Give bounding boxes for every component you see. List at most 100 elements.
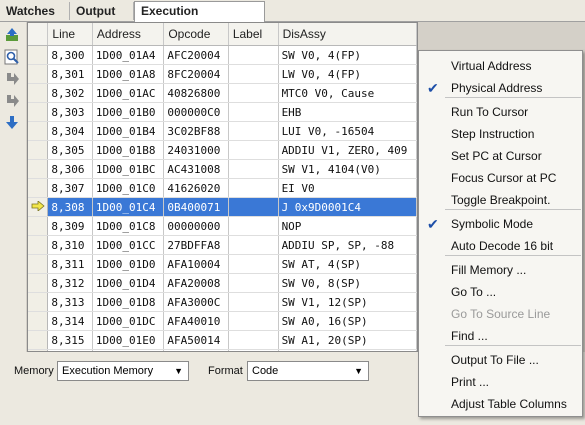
column-header-opcode[interactable]: Opcode — [163, 23, 229, 46]
cell-line: 8,310 — [47, 235, 93, 255]
tab-execution-memory[interactable]: Execution Memory⊠ — [134, 1, 265, 36]
cell-disassy: SW V1, 12(SP) — [278, 292, 417, 312]
row-marker[interactable] — [28, 330, 49, 350]
row-marker[interactable] — [28, 311, 49, 331]
cell-disassy: SW V0, 8(SP) — [278, 273, 417, 293]
row-marker[interactable] — [28, 83, 49, 103]
menu-item-physical-address[interactable]: ✔ Physical Address — [419, 77, 582, 99]
table-row[interactable]: 8,307 1D00_01C0 41626020 EI V0 — [28, 178, 417, 198]
menu-item-adjust-table-columns[interactable]: Adjust Table Columns — [419, 393, 582, 415]
table-row[interactable]: 8,303 1D00_01B0 000000C0 EHB — [28, 102, 417, 122]
table-row[interactable]: 8,308 1D00_01C4 0B400071 J 0x9D0001C4 — [28, 197, 417, 217]
format-select[interactable]: Code ▼ — [247, 361, 369, 381]
cell-opcode: AFA40010 — [163, 311, 229, 331]
menu-item-find[interactable]: Find ... — [419, 325, 582, 347]
cell-address: 1D00_01A4 — [92, 45, 165, 65]
chevron-down-icon: ▼ — [354, 366, 363, 376]
cell-line: 8,301 — [47, 64, 93, 84]
table-row[interactable]: 8,306 1D00_01BC AC431008 SW V1, 4104(V0) — [28, 159, 417, 179]
table-row[interactable]: 8,312 1D00_01D4 AFA20008 SW V0, 8(SP) — [28, 273, 417, 293]
row-marker[interactable] — [28, 254, 49, 274]
menu-item-virtual-address[interactable]: Virtual Address — [419, 55, 582, 77]
cell-address: 1D00_01D8 — [92, 292, 165, 312]
table-header-row: Line Address Opcode Label DisAssy — [28, 23, 417, 46]
memory-select[interactable]: Execution Memory ▼ — [57, 361, 189, 381]
cell-label — [228, 121, 279, 141]
cell-disassy: SW V1, 4104(V0) — [278, 159, 417, 179]
cell-address: 1D00_01AC — [92, 83, 165, 103]
menu-item-label: Go To ... — [451, 285, 497, 299]
row-marker[interactable] — [28, 45, 49, 65]
menu-item-step-instruction[interactable]: Step Instruction — [419, 123, 582, 145]
cell-line: 8,311 — [47, 254, 93, 274]
menu-item-fill-memory[interactable]: Fill Memory ... — [419, 259, 582, 281]
table-row[interactable]: 8,302 1D00_01AC 40826800 MTC0 V0, Cause — [28, 83, 417, 103]
checkmark-icon: ✔ — [427, 80, 439, 96]
menu-item-run-to-cursor[interactable]: Run To Cursor — [419, 101, 582, 123]
column-header-address[interactable]: Address — [92, 23, 165, 46]
table-row[interactable]: 8,311 1D00_01D0 AFA10004 SW AT, 4(SP) — [28, 254, 417, 274]
tab-output[interactable]: Output — [70, 2, 134, 20]
row-marker[interactable] — [28, 140, 49, 160]
cell-line: 8,308 — [47, 197, 93, 217]
menu-item-auto-decode-16-bit[interactable]: Auto Decode 16 bit — [419, 235, 582, 257]
cell-disassy: SW AT, 4(SP) — [278, 254, 417, 274]
row-marker[interactable] — [28, 178, 49, 198]
menu-item-focus-cursor-at-pc[interactable]: Focus Cursor at PC — [419, 167, 582, 189]
row-marker[interactable] — [28, 121, 49, 141]
row-marker[interactable] — [28, 273, 49, 293]
menu-item-print[interactable]: Print ... — [419, 371, 582, 393]
cell-opcode: AC431008 — [163, 159, 229, 179]
cell-opcode: 27BDFFA8 — [163, 235, 229, 255]
cell-disassy: J 0x9D0001C4 — [278, 197, 417, 217]
menu-item-label: Adjust Table Columns — [451, 397, 567, 411]
cell-opcode: AFA50014 — [163, 330, 229, 350]
step-over-icon[interactable] — [3, 92, 21, 110]
cell-address: 1D00_01A8 — [92, 64, 165, 84]
row-marker[interactable] — [28, 197, 49, 217]
format-label: Format — [208, 365, 243, 377]
table-row[interactable]: 8,301 1D00_01A8 8FC20004 LW V0, 4(FP) — [28, 64, 417, 84]
table-row[interactable]: 8,313 1D00_01D8 AFA3000C SW V1, 12(SP) — [28, 292, 417, 312]
export-icon[interactable] — [3, 26, 21, 44]
cell-disassy: EI V0 — [278, 178, 417, 198]
row-marker[interactable] — [28, 64, 49, 84]
column-header-disassy[interactable]: DisAssy — [278, 23, 417, 46]
cell-line: 8,305 — [47, 140, 93, 160]
column-header-label[interactable]: Label — [228, 23, 279, 46]
find-icon[interactable] — [3, 48, 21, 66]
table-row[interactable]: 8,310 1D00_01CC 27BDFFA8 ADDIU SP, SP, -88 — [28, 235, 417, 255]
row-marker[interactable] — [28, 292, 49, 312]
table-row[interactable]: 8,309 1D00_01C8 00000000 NOP — [28, 216, 417, 236]
cell-opcode: 24031000 — [163, 140, 229, 160]
row-marker[interactable] — [28, 102, 49, 122]
cell-label — [228, 64, 279, 84]
cell-label — [228, 273, 279, 293]
tab-watches[interactable]: Watches — [0, 2, 70, 20]
download-icon[interactable] — [3, 114, 21, 132]
menu-item-symbolic-mode[interactable]: ✔ Symbolic Mode — [419, 213, 582, 235]
cell-line: 8,315 — [47, 330, 93, 350]
row-marker[interactable] — [28, 235, 49, 255]
cell-line: 8,309 — [47, 216, 93, 236]
table-row[interactable]: 8,315 1D00_01E0 AFA50014 SW A1, 20(SP) — [28, 330, 417, 350]
table-row[interactable]: 8,300 1D00_01A4 AFC20004 SW V0, 4(FP) — [28, 45, 417, 65]
menu-item-go-to[interactable]: Go To ... — [419, 281, 582, 303]
cell-address: 1D00_01B0 — [92, 102, 165, 122]
table-row[interactable]: 8,314 1D00_01DC AFA40010 SW A0, 16(SP) — [28, 311, 417, 331]
table-row[interactable]: 8,304 1D00_01B4 3C02BF88 LUI V0, -16504 — [28, 121, 417, 141]
cell-address: 1D00_01C0 — [92, 178, 165, 198]
column-header-line[interactable]: Line — [47, 23, 93, 46]
row-marker[interactable] — [28, 216, 49, 236]
cell-disassy: SW A1, 20(SP) — [278, 330, 417, 350]
cell-disassy: NOP — [278, 216, 417, 236]
chevron-down-icon: ▼ — [174, 366, 183, 376]
step-icon[interactable] — [3, 70, 21, 88]
side-toolbar — [0, 22, 26, 352]
menu-item-set-pc-at-cursor[interactable]: Set PC at Cursor — [419, 145, 582, 167]
cell-line: 8,304 — [47, 121, 93, 141]
menu-item-output-to-file[interactable]: Output To File ... — [419, 349, 582, 371]
table-row[interactable]: 8,305 1D00_01B8 24031000 ADDIU V1, ZERO, 40… — [28, 140, 417, 160]
row-marker[interactable] — [28, 159, 49, 179]
menu-item-toggle-breakpoint[interactable]: Toggle Breakpoint. — [419, 189, 582, 211]
